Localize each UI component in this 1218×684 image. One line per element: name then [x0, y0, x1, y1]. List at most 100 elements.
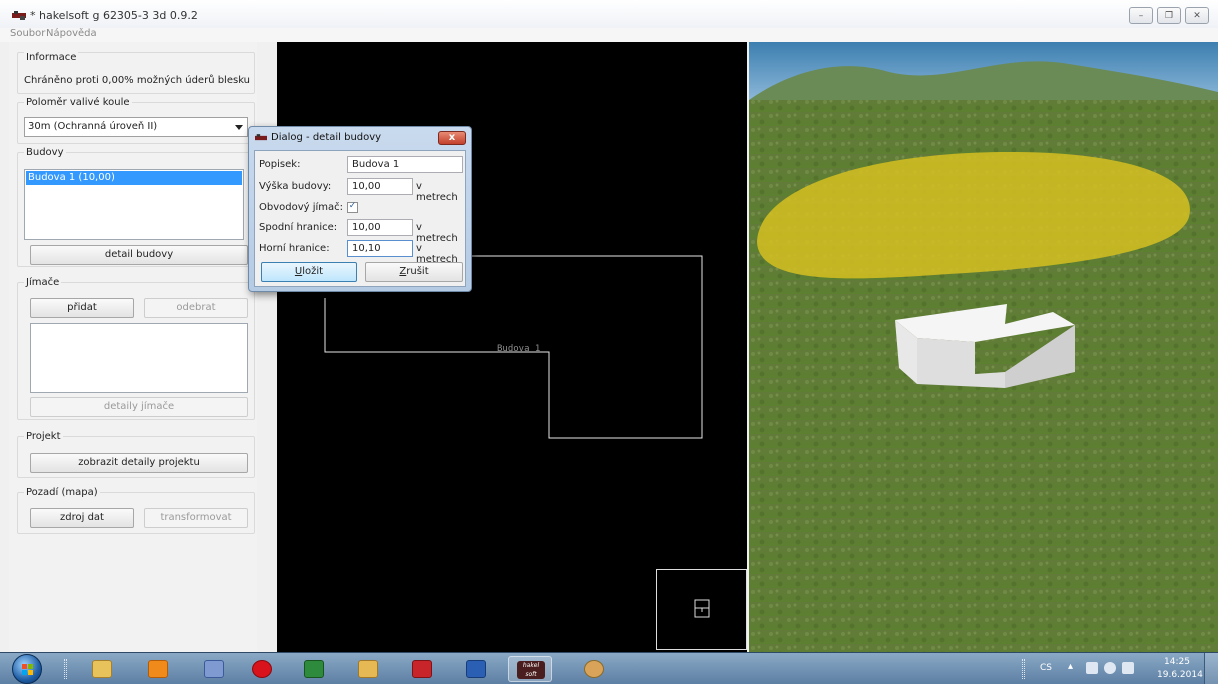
taskbar-paint[interactable] — [572, 656, 616, 682]
label-input[interactable]: Budova 1 — [347, 156, 463, 173]
project-details-button[interactable]: zobrazit detaily projektu — [30, 453, 248, 473]
buildings-title: Budovy — [24, 147, 66, 158]
taskbar-tool[interactable] — [192, 656, 236, 682]
building-label: Budova 1 — [497, 344, 541, 354]
remove-catcher-button[interactable]: odebrat — [144, 298, 248, 318]
radius-select-value: 30m (Ochranná úroveň II) — [28, 121, 158, 132]
minimap-building-icon — [694, 599, 710, 618]
minimize-icon: – — [1138, 10, 1144, 21]
chevron-down-icon — [235, 125, 243, 130]
show-desktop-button[interactable] — [1204, 653, 1218, 684]
network-icon[interactable] — [1086, 662, 1098, 674]
taskbar-explorer[interactable] — [80, 656, 124, 682]
taskbar-opera[interactable] — [240, 656, 284, 682]
catchers-group: Jímače přidat odebrat detaily jímače — [17, 277, 255, 420]
project-group: Projekt zobrazit detaily projektu — [17, 431, 255, 478]
folder-icon — [92, 660, 112, 678]
taskbar-grip — [64, 659, 67, 679]
hakelsoft-icon: hakel soft — [517, 661, 545, 679]
lower-caption: Spodní hranice: — [259, 222, 338, 233]
dialog-title: Dialog - detail budovy — [271, 132, 382, 143]
acrobat-icon — [412, 660, 432, 678]
height-input[interactable]: 10,00 — [347, 178, 413, 195]
data-source-button[interactable]: zdroj dat — [30, 508, 134, 528]
building-detail-button[interactable]: detail budovy — [30, 245, 248, 265]
taskbar-outlook[interactable] — [346, 656, 390, 682]
dialog-body: Popisek: Budova 1 Výška budovy: 10,00 v … — [254, 150, 466, 287]
perimeter-checkbox[interactable]: ✓ — [347, 201, 358, 213]
windows-logo-icon — [22, 664, 33, 675]
cancel-label: rušit — [406, 266, 429, 277]
clock-date[interactable]: 19.6.2014 — [1157, 670, 1203, 680]
buildings-group: Budovy Budova 1 (10,00) detail budovy — [17, 147, 255, 267]
show-hidden-icons-button[interactable]: ▴ — [1068, 661, 1073, 672]
lower-unit: v metrech — [416, 222, 458, 244]
maximize-icon: ❐ — [1164, 10, 1174, 21]
upper-caption: Horní hranice: — [259, 243, 330, 254]
radius-title: Poloměr valivé koule — [24, 97, 132, 108]
info-title: Informace — [24, 52, 79, 63]
media-player-icon — [148, 660, 168, 678]
taskbar-word[interactable] — [454, 656, 498, 682]
height-caption: Výška budovy: — [259, 181, 332, 192]
catchers-title: Jímače — [24, 277, 62, 288]
height-unit: v metrech — [416, 181, 458, 203]
language-indicator[interactable]: CS — [1040, 663, 1052, 673]
tray-grip — [1022, 659, 1025, 679]
scene-3d — [749, 42, 1218, 652]
buildings-list[interactable]: Budova 1 (10,00) — [24, 169, 244, 240]
volume-icon[interactable] — [1104, 662, 1116, 674]
menubar: Soubor Nápověda — [0, 28, 1218, 42]
taskbar-excel[interactable] — [292, 656, 336, 682]
transform-button[interactable]: transformovat — [144, 508, 248, 528]
dialog-close-button[interactable]: x — [438, 131, 466, 145]
save-label: ložit — [302, 266, 324, 277]
info-group: Informace Chráněno proti 0,00% možných ú… — [17, 52, 255, 94]
opera-icon — [252, 660, 272, 678]
background-title: Pozadí (mapa) — [24, 487, 100, 498]
lower-input[interactable]: 10,00 — [347, 219, 413, 236]
taskbar-hakelsoft[interactable]: hakel soft — [508, 656, 552, 682]
taskbar-acrobat[interactable] — [400, 656, 444, 682]
tool-icon — [204, 660, 224, 678]
window-title: * hakelsoft g 62305-3 3d 0.9.2 — [30, 9, 198, 22]
window-titlebar[interactable]: * hakelsoft g 62305-3 3d 0.9.2 – ❐ ✕ — [0, 0, 1218, 30]
taskbar: hakel soft CS ▴ 14:25 19.6.2014 — [0, 652, 1218, 684]
excel-icon — [304, 660, 324, 678]
start-button[interactable] — [12, 654, 42, 684]
minimize-button[interactable]: – — [1129, 7, 1153, 24]
power-icon[interactable] — [1122, 662, 1134, 674]
list-item[interactable]: Budova 1 (10,00) — [26, 171, 242, 185]
save-button[interactable]: Uložit — [261, 262, 357, 282]
minimap[interactable] — [656, 569, 747, 650]
cancel-button[interactable]: Zrušit — [365, 262, 463, 282]
radius-group: Poloměr valivé koule 30m (Ochranná úrove… — [17, 97, 255, 144]
taskbar-media-player[interactable] — [136, 656, 180, 682]
protection-text: Chráněno proti 0,00% možných úderů blesk… — [24, 75, 251, 86]
catchers-list[interactable] — [30, 323, 248, 393]
outlook-icon — [358, 660, 378, 678]
catcher-details-button[interactable]: detaily jímače — [30, 397, 248, 417]
close-icon: ✕ — [1193, 10, 1201, 21]
upper-input[interactable]: 10,10 — [347, 240, 413, 257]
label-caption: Popisek: — [259, 159, 301, 170]
menu-file[interactable]: Soubor — [10, 28, 45, 39]
word-icon — [466, 660, 486, 678]
project-title: Projekt — [24, 431, 63, 442]
close-icon: x — [448, 132, 456, 143]
maximize-button[interactable]: ❐ — [1157, 7, 1181, 24]
app-logo-icon — [12, 11, 26, 20]
app-logo-icon — [255, 134, 267, 141]
add-catcher-button[interactable]: přidat — [30, 298, 134, 318]
paint-icon — [584, 660, 604, 678]
building-detail-dialog[interactable]: Dialog - detail budovy x Popisek: Budova… — [248, 126, 472, 292]
perimeter-caption: Obvodový jímač: — [259, 202, 344, 213]
left-panel: Informace Chráněno proti 0,00% možných ú… — [9, 42, 257, 652]
menu-help[interactable]: Nápověda — [46, 28, 97, 39]
clock-time[interactable]: 14:25 — [1164, 657, 1190, 667]
background-group: Pozadí (mapa) zdroj dat transformovat — [17, 487, 255, 534]
close-button[interactable]: ✕ — [1185, 7, 1209, 24]
view-3d[interactable] — [749, 42, 1218, 652]
radius-select[interactable]: 30m (Ochranná úroveň II) — [24, 117, 248, 137]
checkmark-icon: ✓ — [348, 201, 357, 211]
